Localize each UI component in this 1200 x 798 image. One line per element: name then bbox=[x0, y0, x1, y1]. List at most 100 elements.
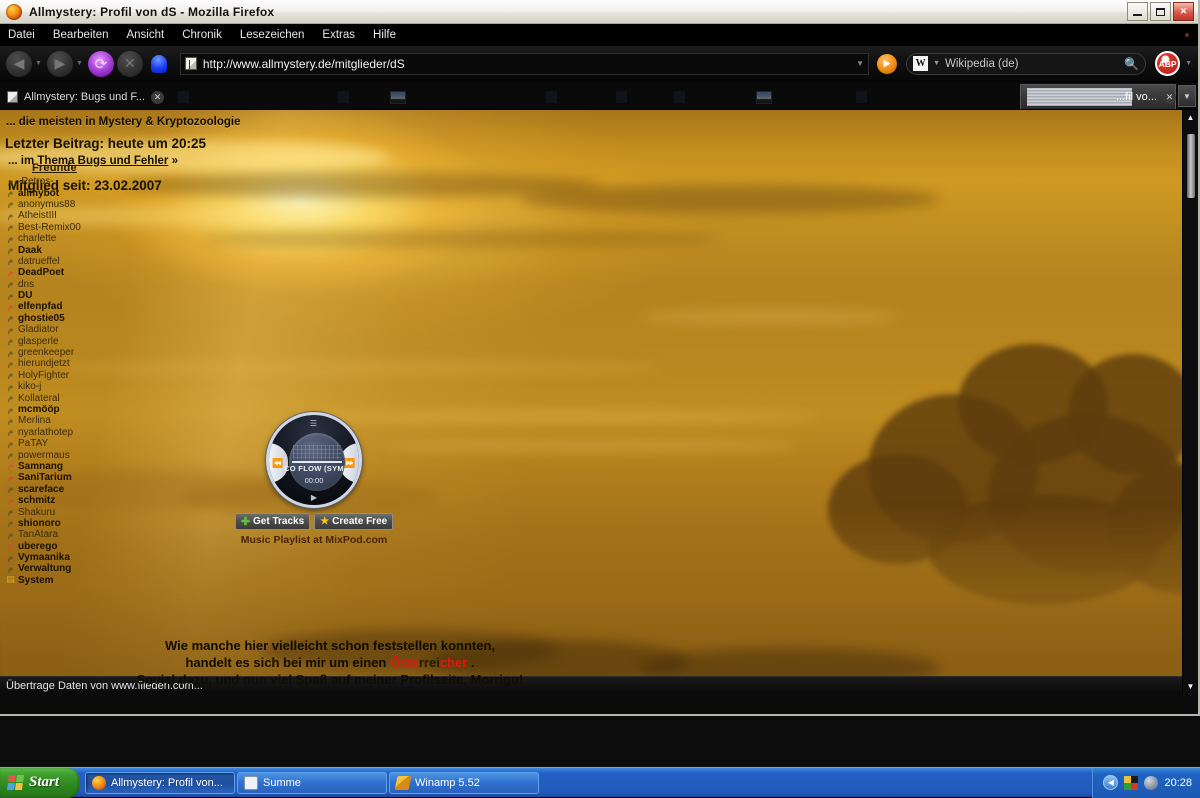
friend-row[interactable]: مKollateral bbox=[6, 392, 136, 403]
menu-item-bearbeiten[interactable]: Bearbeiten bbox=[53, 29, 109, 41]
mixpod-menu-icon[interactable]: ☰ bbox=[269, 419, 359, 428]
taskbar-clock[interactable]: 20:28 bbox=[1164, 777, 1192, 789]
search-input[interactable]: Wikipedia (de) bbox=[945, 58, 1019, 70]
tab-active-profil[interactable]: ...fil vo... ✕ bbox=[1020, 84, 1176, 109]
friend-name[interactable]: hierundjetzt bbox=[18, 358, 70, 369]
friend-row[interactable]: مanonymus88 bbox=[6, 199, 136, 210]
reload-button[interactable]: ⟳ bbox=[88, 51, 114, 77]
tab-ghost-3[interactable] bbox=[331, 85, 383, 109]
friend-row[interactable]: مDaak bbox=[6, 244, 136, 255]
mixpod-player-widget[interactable]: ☰ ⏪ ⏩ CO FLOW (SYM 00:00 ▶ ✚ Get Tracks bbox=[226, 412, 402, 546]
create-free-button[interactable]: ★ Create Free bbox=[314, 513, 393, 530]
friend-row[interactable]: مglasperle bbox=[6, 335, 136, 346]
friend-name[interactable]: Samnang bbox=[18, 461, 63, 472]
friend-row[interactable]: م-Petros- bbox=[6, 176, 136, 187]
tab-allmystery-bugs[interactable]: Allmystery: Bugs und F... ✕ bbox=[0, 85, 171, 109]
search-engine-dropdown-icon[interactable]: ▼ bbox=[933, 60, 940, 67]
friend-name[interactable]: Verwaltung bbox=[18, 563, 71, 574]
friend-name[interactable]: greenkeeper bbox=[18, 347, 74, 358]
friend-name[interactable]: scareface bbox=[18, 484, 64, 495]
friend-name[interactable]: SaniTarium bbox=[18, 472, 72, 483]
friend-name[interactable]: shionoro bbox=[18, 518, 61, 529]
friend-name[interactable]: Gladiator bbox=[18, 324, 59, 335]
friend-row[interactable]: مghostie05 bbox=[6, 313, 136, 324]
menu-item-lesezeichen[interactable]: Lesezeichen bbox=[240, 29, 305, 41]
search-bar[interactable]: W ▼ Wikipedia (de) 🔍 bbox=[906, 53, 1146, 75]
friend-row[interactable]: مscareface bbox=[6, 484, 136, 495]
back-button[interactable]: ◀ bbox=[6, 51, 32, 77]
tab-ghost-7[interactable] bbox=[609, 85, 667, 109]
friend-row[interactable]: مelfenpfad bbox=[6, 301, 136, 312]
friend-name[interactable]: ghostie05 bbox=[18, 313, 65, 324]
friend-name[interactable]: anonymus88 bbox=[18, 199, 75, 210]
adblock-dropdown-icon[interactable]: ▼ bbox=[1185, 60, 1192, 67]
friend-name[interactable]: dns bbox=[18, 279, 34, 290]
friend-name[interactable]: schmitz bbox=[18, 495, 55, 506]
friend-row[interactable]: مallmybot bbox=[6, 187, 136, 198]
tab-close-icon[interactable]: ✕ bbox=[1163, 91, 1176, 104]
tab-ghost-9[interactable] bbox=[749, 85, 849, 109]
friend-row[interactable]: مHolyFighter bbox=[6, 370, 136, 381]
taskbar-item-firefox[interactable]: Allmystery: Profil von... bbox=[85, 772, 235, 794]
close-button[interactable]: ✕ bbox=[1173, 2, 1194, 21]
tab-ghost-5[interactable] bbox=[443, 85, 539, 109]
stop-button[interactable]: ✕ bbox=[117, 51, 143, 77]
maximize-button[interactable] bbox=[1150, 2, 1171, 21]
start-button[interactable]: Start bbox=[0, 768, 79, 798]
friend-row[interactable]: مGladiator bbox=[6, 324, 136, 335]
friend-row[interactable]: مSamnang bbox=[6, 461, 136, 472]
friend-row[interactable]: مdatrueffel bbox=[6, 256, 136, 267]
friend-row[interactable]: مhierundjetzt bbox=[6, 358, 136, 369]
friend-name[interactable]: charlette bbox=[18, 233, 56, 244]
tab-ghost-10[interactable] bbox=[849, 85, 909, 109]
tab-close-icon[interactable]: ✕ bbox=[151, 91, 164, 104]
get-tracks-button[interactable]: ✚ Get Tracks bbox=[235, 513, 310, 530]
friend-row[interactable]: مBest-Remix00 bbox=[6, 222, 136, 233]
tab-ghost-8[interactable] bbox=[667, 85, 749, 109]
tray-volume-icon[interactable] bbox=[1144, 776, 1158, 790]
url-bar[interactable]: http://www.allmystery.de/mitglieder/dS ▼ bbox=[180, 53, 869, 75]
vertical-scrollbar[interactable]: ▲ ▼ bbox=[1182, 110, 1198, 694]
menu-item-hilfe[interactable]: Hilfe bbox=[373, 29, 396, 41]
friend-row[interactable]: مTanAtara bbox=[6, 529, 136, 540]
search-icon[interactable]: 🔍 bbox=[1124, 57, 1139, 71]
friend-name[interactable]: elfenpfad bbox=[18, 301, 62, 312]
friend-row[interactable]: مschmitz bbox=[6, 495, 136, 506]
tab-list-button[interactable]: ▼ bbox=[1178, 85, 1196, 107]
friend-name[interactable]: PaTAY bbox=[18, 438, 48, 449]
friend-row[interactable]: مPaTAY bbox=[6, 438, 136, 449]
friend-name[interactable]: DeadPoet bbox=[18, 267, 64, 278]
friend-name[interactable]: HolyFighter bbox=[18, 370, 69, 381]
wikipedia-icon[interactable]: W bbox=[913, 56, 928, 71]
friend-row[interactable]: مshionoro bbox=[6, 518, 136, 529]
friend-name[interactable]: TanAtara bbox=[18, 529, 58, 540]
taskbar-item-winamp[interactable]: Winamp 5.52 bbox=[389, 772, 539, 794]
tray-expand-icon[interactable]: ◀ bbox=[1103, 775, 1118, 790]
friend-name[interactable]: AtheistIII bbox=[18, 210, 57, 221]
tab-ghost-4[interactable] bbox=[383, 85, 443, 109]
menu-item-chronik[interactable]: Chronik bbox=[182, 29, 222, 41]
friend-name[interactable]: Vymaanika bbox=[18, 552, 70, 563]
friend-name[interactable]: glasperle bbox=[18, 336, 59, 347]
url-dropdown-icon[interactable]: ▼ bbox=[856, 59, 864, 68]
tab-ghost-6[interactable] bbox=[539, 85, 609, 109]
friend-row[interactable]: ▤System bbox=[6, 575, 136, 586]
friend-row[interactable]: مkiko-j bbox=[6, 381, 136, 392]
friend-row[interactable]: مSaniTarium bbox=[6, 472, 136, 483]
home-button[interactable] bbox=[146, 51, 172, 77]
friend-name[interactable]: Shakuru bbox=[18, 507, 55, 518]
friend-row[interactable]: مcharlette bbox=[6, 233, 136, 244]
friend-name[interactable]: allmybot bbox=[18, 188, 59, 199]
forward-dropdown-icon[interactable]: ▼ bbox=[76, 60, 83, 67]
friend-row[interactable]: مVymaanika bbox=[6, 552, 136, 563]
friend-row[interactable]: مShakuru bbox=[6, 506, 136, 517]
friend-name[interactable]: nyarlathotep bbox=[18, 427, 73, 438]
friend-name[interactable]: uberego bbox=[18, 541, 57, 552]
friend-row[interactable]: مpowermaus bbox=[6, 449, 136, 460]
menu-item-datei[interactable]: Datei bbox=[8, 29, 35, 41]
menu-item-extras[interactable]: Extras bbox=[322, 29, 355, 41]
friend-row[interactable]: مmcmööp bbox=[6, 404, 136, 415]
scroll-up-arrow[interactable]: ▲ bbox=[1183, 110, 1198, 125]
friend-name[interactable]: DU bbox=[18, 290, 32, 301]
menu-item-ansicht[interactable]: Ansicht bbox=[126, 29, 164, 41]
